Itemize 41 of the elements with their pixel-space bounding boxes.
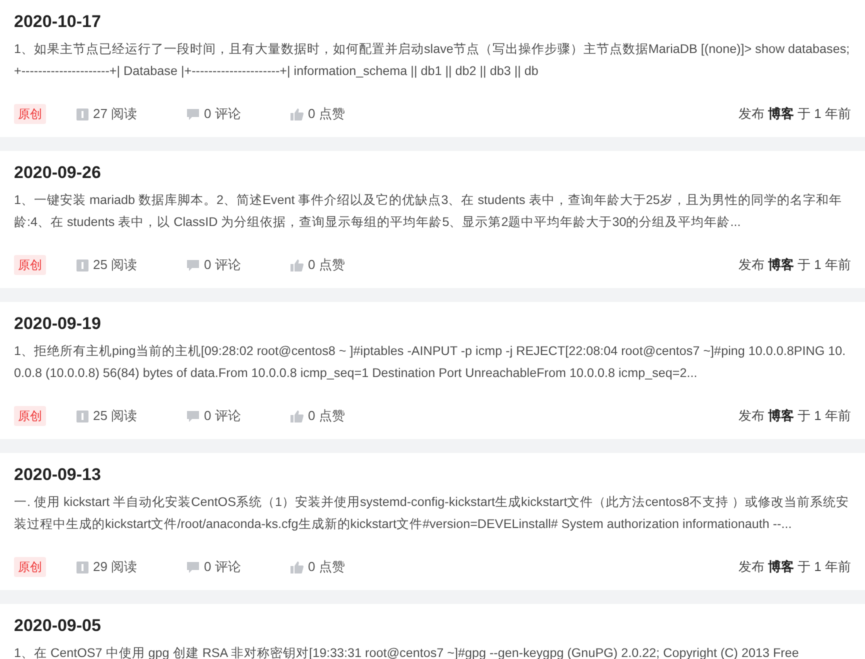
comment-count: 0 评论 (204, 558, 241, 576)
post-summary: 1、一键安装 mariadb 数据库脚本。2、简述Event 事件介绍以及它的优缺点3、在 students 表中，查询年龄大于25岁，且为男性的同学的名字和年龄:4、在 students 表中，以 ClassID 为分组依据，查询显示每组的平均年龄5、显示第2题中平均年龄大于30的分组及平均年龄... (14, 192, 843, 231)
original-tag: 原创 (14, 557, 46, 577)
publish-info: 发布 博客 于 1 年前 (738, 558, 851, 576)
document-icon (76, 258, 89, 272)
post-summary: 1、如果主节点已经运行了一段时间，且有大量数据时，如何配置并启动slave节点（写出操作步骤）主节点数据MariaDB [(none)]> show databases;+---------------------+| Database |+---------------------+| information_schema || db1 || db2 || db3 || db (14, 41, 851, 80)
original-tag: 原创 (14, 255, 46, 275)
thumbs-up-icon (290, 258, 304, 272)
document-icon (76, 560, 89, 574)
like-count: 0 点赞 (308, 558, 345, 576)
thumbs-up-icon (290, 108, 304, 120)
comment-count: 0 评论 (204, 407, 241, 426)
comment-icon (186, 410, 200, 422)
publish-info: 发布 博客 于 1 年前 (738, 105, 851, 124)
post-date[interactable]: 2020-09-19 (14, 312, 851, 336)
post-date[interactable]: 2020-09-05 (14, 614, 851, 638)
read-count: 25 阅读 (93, 407, 138, 426)
read-count: 25 阅读 (93, 256, 138, 274)
like-count: 0 点赞 (308, 407, 345, 426)
post-date[interactable]: 2020-09-13 (14, 463, 851, 487)
document-icon (76, 410, 89, 422)
comment-count: 0 评论 (204, 105, 241, 124)
post-summary: 1、拒绝所有主机ping当前的主机[09:28:02 root@centos8 ~ ]#iptables -AINPUT -p icmp -j REJECT[22:08:04 root@centos7 ~]#ping 10.0.0.8PING 10.0.0.8 (10.0.0.8) 56(84) bytes of data.From 10.0.0.8 icmp_seq=1 Destination Port UnreachableFrom 10.0.0.8 icmp_seq=2... (14, 343, 847, 382)
like-count: 0 点赞 (308, 256, 345, 274)
post-summary: 一. 使用 kickstart 半自动化安装CentOS系统（1）安装并使用systemd-config-kickstart生成kickstart文件（此方法centos8不支持 ）或修改当前系统安装过程中生成的kickstart文件/root/anaconda-ks.cfg生成新的kickstart文件#version=DEVELinstall# System authorization informationauth --... (14, 494, 850, 533)
document-icon (76, 108, 89, 120)
thumbs-up-icon (290, 410, 304, 422)
original-tag: 原创 (14, 406, 46, 426)
original-tag: 原创 (14, 104, 46, 124)
post-date[interactable]: 2020-10-17 (14, 10, 851, 34)
comment-icon (186, 108, 200, 120)
comment-icon (186, 560, 200, 574)
comment-count: 0 评论 (204, 256, 241, 274)
thumbs-up-icon (290, 560, 304, 574)
publish-info: 发布 博客 于 1 年前 (738, 407, 851, 426)
like-count: 0 点赞 (308, 105, 345, 124)
publish-info: 发布 博客 于 1 年前 (738, 256, 851, 274)
comment-icon (186, 258, 200, 272)
read-count: 27 阅读 (93, 105, 138, 124)
post-date[interactable]: 2020-09-26 (14, 161, 851, 185)
read-count: 29 阅读 (93, 558, 138, 576)
